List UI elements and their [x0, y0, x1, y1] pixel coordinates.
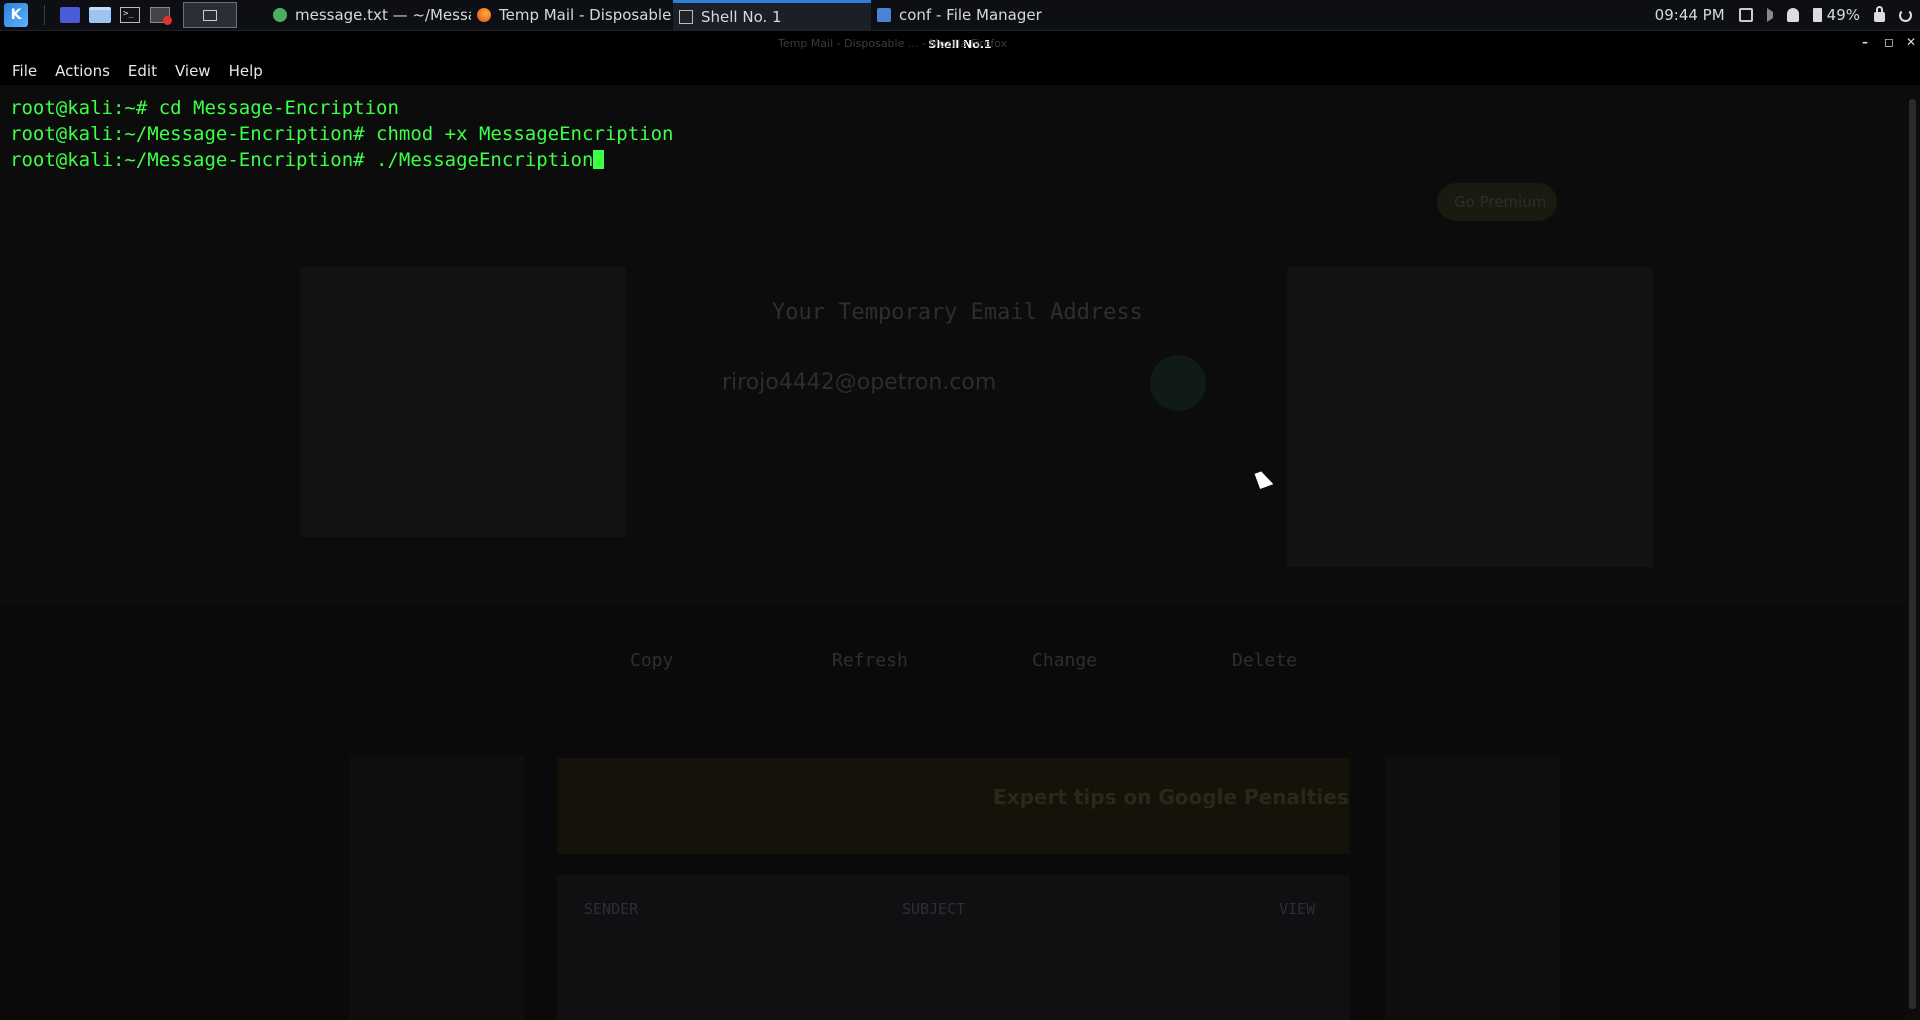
- kali-menu-icon[interactable]: K: [4, 3, 28, 27]
- workspace-icon: [203, 9, 217, 21]
- taskbar-item-text-editor[interactable]: message.txt — ~/Messa...: [267, 0, 471, 30]
- terminal-line: root@kali:~# cd Message-Encription: [10, 97, 399, 119]
- terminal-cursor: [593, 150, 605, 169]
- display-icon[interactable]: [1738, 8, 1753, 22]
- terminal-icon: [679, 9, 693, 24]
- power-icon[interactable]: [1899, 8, 1912, 22]
- battery-icon: [1812, 8, 1822, 22]
- taskbar-item-firefox[interactable]: Temp Mail - Disposable ...: [471, 0, 673, 30]
- ghost-change-action: Change: [1032, 650, 1098, 671]
- top-panel: K >_ message.txt — ~/Messa... Temp Mail …: [0, 0, 1920, 31]
- panel-separator: [44, 5, 45, 25]
- ghost-col-subject: SUBJECT: [902, 900, 966, 918]
- clock[interactable]: 09:44 PM: [1655, 6, 1725, 24]
- taskbar-item-shell[interactable]: Shell No. 1: [673, 0, 871, 30]
- notification-bell-icon[interactable]: [1786, 8, 1799, 22]
- ghost-col-view: VIEW: [1279, 900, 1316, 918]
- ghost-col-sender: SENDER: [584, 900, 639, 918]
- menu-edit[interactable]: Edit: [128, 62, 157, 80]
- ghost-email: rirojo4442@opetron.com: [722, 370, 997, 395]
- menu-help[interactable]: Help: [229, 62, 263, 80]
- file-manager-launcher-icon[interactable]: [89, 5, 111, 25]
- maximize-icon[interactable]: ◻: [1884, 35, 1894, 49]
- terminal-scrollbar[interactable]: [1905, 85, 1920, 1020]
- taskbar-item-label: Temp Mail - Disposable ...: [499, 6, 673, 24]
- background-webpage: Your Temporary Email Address rirojo4442@…: [0, 85, 1905, 1020]
- terminal-area[interactable]: Your Temporary Email Address rirojo4442@…: [0, 85, 1905, 1020]
- lock-screen-icon[interactable]: [1874, 6, 1885, 22]
- ghost-premium-label: Go Premium: [1454, 193, 1547, 211]
- text-editor-icon: [273, 8, 287, 22]
- ghost-ad-text: Expert tips on Google Penalties: [993, 785, 1349, 809]
- ghost-refresh-action: Refresh: [832, 650, 908, 671]
- firefox-icon: [477, 8, 491, 22]
- ghost-ad-right: [1287, 267, 1653, 567]
- ghost-side-ad-left: [349, 755, 524, 1020]
- ghost-delete-action: Delete: [1232, 650, 1298, 671]
- ghost-ad-left: [300, 267, 626, 537]
- taskbar-item-label: message.txt — ~/Messa...: [295, 6, 471, 24]
- terminal-line-current: root@kali:~/Message-Encription# ./Messag…: [10, 147, 673, 173]
- ghost-heading: Your Temporary Email Address: [772, 300, 1143, 325]
- close-icon[interactable]: ✕: [1906, 35, 1916, 49]
- terminal-line: root@kali:~/Message-Encription# chmod +x…: [10, 123, 674, 145]
- minimize-icon[interactable]: –: [1862, 35, 1868, 49]
- ghost-inbox-table: [557, 875, 1350, 1020]
- menu-actions[interactable]: Actions: [55, 62, 110, 80]
- menu-bar: File Actions Edit View Help: [0, 57, 1920, 85]
- taskbar-item-label: conf - File Manager: [899, 6, 1042, 24]
- screenshot-launcher-icon[interactable]: [149, 5, 172, 25]
- volume-icon[interactable]: [1766, 8, 1773, 22]
- battery-percent: 49%: [1826, 6, 1860, 24]
- taskbar-item-label: Shell No. 1: [701, 7, 782, 26]
- show-desktop-icon[interactable]: [59, 5, 81, 25]
- window-titlebar[interactable]: Temp Mail - Disposable ... - Mozilla Fir…: [0, 31, 1920, 57]
- background-window-title: Temp Mail - Disposable ... - Mozilla Fir…: [778, 37, 1008, 50]
- battery-indicator[interactable]: 49%: [1812, 6, 1860, 24]
- menu-file[interactable]: File: [12, 62, 37, 80]
- taskbar-item-file-manager[interactable]: conf - File Manager: [871, 0, 1071, 30]
- terminal-line: root@kali:~/Message-Encription# ./Messag…: [10, 149, 594, 171]
- system-tray: 09:44 PM 49%: [1655, 6, 1920, 24]
- ghost-copy-action: Copy: [630, 650, 674, 671]
- terminal-launcher-icon[interactable]: >_: [119, 5, 141, 25]
- workspace-switcher[interactable]: [183, 2, 237, 28]
- ghost-side-ad-right: [1385, 755, 1560, 1020]
- scrollbar-thumb[interactable]: [1909, 99, 1916, 1009]
- folder-icon: [877, 8, 891, 22]
- ghost-copy-circle: [1150, 355, 1206, 411]
- terminal-output[interactable]: root@kali:~# cd Message-Encription root@k…: [10, 95, 673, 173]
- menu-view[interactable]: View: [175, 62, 211, 80]
